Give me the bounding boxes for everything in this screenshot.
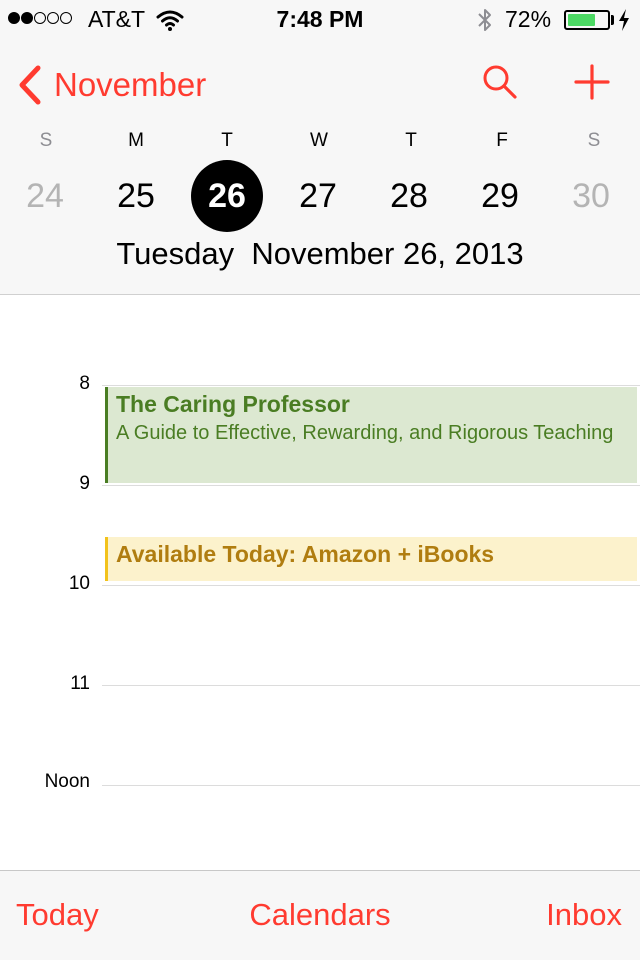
hour-label: 8 bbox=[79, 373, 90, 394]
full-date-text: November 26, 2013 bbox=[251, 236, 524, 271]
date-cell[interactable]: 29 bbox=[464, 160, 536, 232]
weekday-label: S bbox=[587, 130, 601, 151]
inbox-button[interactable]: Inbox bbox=[546, 897, 622, 933]
weekday-label: F bbox=[496, 130, 508, 151]
hour-divider bbox=[102, 685, 640, 686]
hour-divider bbox=[102, 385, 640, 386]
event-title: Available Today: Amazon + iBooks bbox=[116, 541, 495, 567]
weekday-label: S bbox=[39, 130, 53, 151]
bottom-toolbar: Today Calendars Inbox bbox=[0, 870, 640, 960]
battery-percent: 72% bbox=[505, 6, 552, 32]
calendar-app: AT&T 7:48 PM 72% November S M T W T F S … bbox=[0, 0, 640, 960]
weekday-label: M bbox=[128, 130, 144, 151]
add-event-icon[interactable] bbox=[572, 62, 612, 102]
battery-fill bbox=[568, 14, 596, 26]
day-timeline[interactable]: 8 9 10 11 Noon The Caring Professor A Gu… bbox=[0, 295, 640, 870]
back-button-label: November bbox=[54, 66, 207, 103]
calendar-header: November S M T W T F S 24 25 26 27 28 29… bbox=[0, 40, 640, 295]
date-cell[interactable]: 27 bbox=[282, 160, 354, 232]
status-bar: AT&T 7:48 PM 72% bbox=[0, 0, 640, 40]
full-date-weekday: Tuesday bbox=[116, 236, 235, 271]
date-cell[interactable]: 28 bbox=[373, 160, 445, 232]
battery-tip bbox=[611, 15, 614, 25]
search-icon[interactable] bbox=[480, 62, 520, 102]
weekday-label: T bbox=[405, 130, 417, 151]
hour-label: 10 bbox=[68, 573, 90, 594]
hour-divider bbox=[102, 585, 640, 586]
weekday-label: W bbox=[310, 130, 328, 151]
hour-divider bbox=[102, 485, 640, 486]
selected-full-date: Tuesday November 26, 2013 bbox=[0, 236, 640, 272]
charging-bolt-icon bbox=[619, 9, 629, 31]
event-available-today[interactable]: Available Today: Amazon + iBooks bbox=[105, 537, 637, 581]
calendars-button[interactable]: Calendars bbox=[0, 897, 640, 933]
battery-icon bbox=[564, 10, 610, 30]
hour-divider bbox=[102, 785, 640, 786]
date-cell-selected[interactable]: 26 bbox=[191, 160, 263, 232]
hour-label: 9 bbox=[79, 473, 90, 494]
event-title: The Caring Professor bbox=[116, 391, 350, 417]
weekday-row: S M T W T F S bbox=[0, 130, 640, 154]
event-caring-professor[interactable]: The Caring Professor A Guide to Effectiv… bbox=[105, 387, 637, 483]
date-cell[interactable]: 24 bbox=[9, 160, 81, 232]
date-cell[interactable]: 25 bbox=[100, 160, 172, 232]
week-dates-row: 24 25 26 27 28 29 30 bbox=[0, 160, 640, 232]
chevron-left-icon bbox=[19, 65, 41, 105]
date-cell[interactable]: 30 bbox=[555, 160, 627, 232]
weekday-label: T bbox=[221, 130, 233, 151]
hour-label: 11 bbox=[70, 673, 90, 694]
hour-label: Noon bbox=[44, 771, 90, 792]
event-subtitle: A Guide to Effective, Rewarding, and Rig… bbox=[116, 422, 614, 444]
bluetooth-icon bbox=[478, 9, 491, 31]
